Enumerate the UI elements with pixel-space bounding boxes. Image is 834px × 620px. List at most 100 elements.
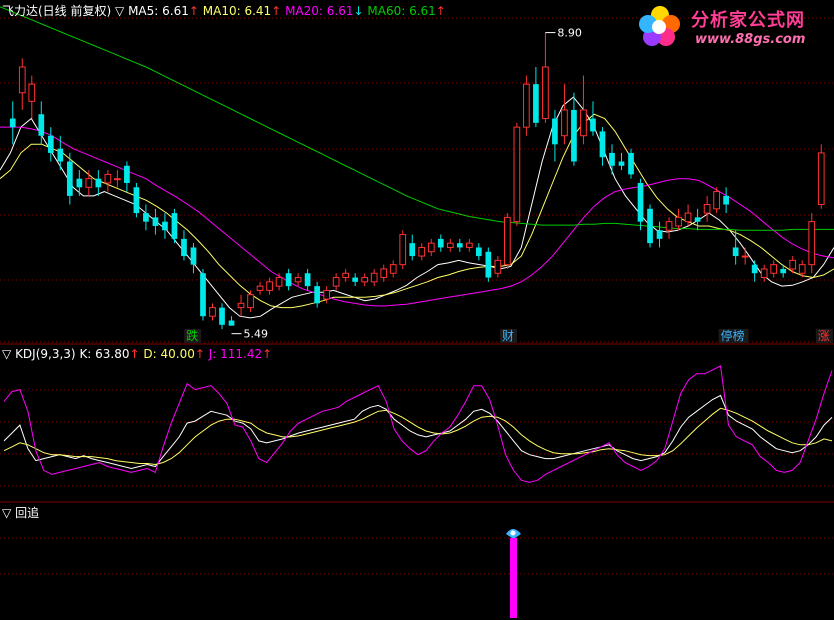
candle-body-up bbox=[209, 307, 216, 317]
d-line bbox=[3, 407, 833, 466]
huizhui-title: 回追 bbox=[15, 506, 40, 520]
chart-canvas: 8.90 5.49 跌 财 停榜 涨 bbox=[0, 6, 834, 618]
candle-body-up bbox=[332, 277, 340, 287]
candle-body-up bbox=[18, 66, 26, 94]
candle-body-up bbox=[114, 178, 121, 181]
event-tag: 财 bbox=[502, 329, 514, 343]
candle-body-down bbox=[9, 118, 16, 128]
candle-body-down bbox=[314, 286, 320, 304]
candle-body-down bbox=[618, 161, 625, 166]
price-annotations: 8.90 5.49 bbox=[231, 27, 582, 341]
candle-body-up bbox=[504, 216, 511, 266]
event-tag: 停榜 bbox=[721, 328, 745, 343]
candle-body-up bbox=[760, 268, 768, 279]
candle-body-down bbox=[352, 277, 359, 282]
candle-body-down bbox=[637, 183, 644, 222]
candle-body-down bbox=[285, 273, 292, 287]
candle-body-down bbox=[171, 213, 178, 239]
candle-body-down bbox=[219, 307, 225, 325]
candle-body-down bbox=[571, 109, 577, 162]
k-readout: K: 63.80 bbox=[79, 347, 130, 361]
candle-body-up bbox=[770, 264, 778, 274]
candle-body-down bbox=[47, 135, 54, 153]
candle-body-down bbox=[152, 217, 159, 226]
huizhui-panel-header: ▽ 回追 bbox=[2, 506, 39, 520]
watermark-logo: 分析家公式网 www.88gs.com bbox=[633, 2, 831, 52]
j-readout: J: 111.42 bbox=[208, 347, 263, 361]
candle-body-up bbox=[266, 281, 273, 291]
candle-body-up bbox=[104, 173, 112, 184]
signal-cap-dot bbox=[510, 530, 516, 536]
candle-body-down bbox=[694, 217, 701, 222]
candle-body-up bbox=[741, 255, 749, 258]
candle-body-down bbox=[162, 221, 168, 231]
kdj-panel-header: ▽ KDJ(9,3,3) K: 63.80↑ D: 40.00↑ J: 111.… bbox=[2, 347, 272, 361]
candle-body-down bbox=[190, 247, 197, 265]
price-annotation: 5.49 bbox=[244, 328, 269, 341]
kdj-title: KDJ(9,3,3) bbox=[15, 347, 76, 361]
candle-body-up bbox=[523, 83, 530, 128]
candle-body-up bbox=[323, 289, 330, 300]
candle-body-up bbox=[465, 242, 473, 248]
candle-body-down bbox=[456, 243, 463, 248]
candle-body-up bbox=[370, 272, 378, 283]
candle-body-down bbox=[647, 208, 653, 244]
candle-body-down bbox=[485, 251, 492, 278]
candle-body-down bbox=[304, 273, 311, 287]
up-arrow-icon: ↑ bbox=[271, 4, 282, 18]
candle-body-down bbox=[437, 238, 444, 248]
candle-body-up bbox=[494, 259, 502, 274]
candle-body-up bbox=[808, 221, 816, 266]
candle-body-up bbox=[418, 246, 426, 257]
candle-body-up bbox=[275, 277, 283, 287]
collapse-triangle-icon[interactable]: ▽ bbox=[115, 4, 124, 18]
up-arrow-icon: ↑ bbox=[188, 4, 199, 18]
candle-body-down bbox=[475, 247, 482, 257]
candle-body-up bbox=[703, 203, 711, 214]
candle-body-up bbox=[542, 66, 549, 120]
ma10-readout: MA10: 6.41 bbox=[202, 4, 272, 18]
candle-body-down bbox=[732, 247, 739, 257]
down-arrow-icon: ↓ bbox=[353, 4, 364, 18]
candle-body-down bbox=[124, 165, 130, 183]
collapse-triangle-icon[interactable]: ▽ bbox=[2, 347, 11, 361]
candle-body-up bbox=[389, 264, 397, 274]
candle-body-up bbox=[294, 277, 302, 283]
up-arrow-icon: ↑ bbox=[129, 347, 140, 361]
candle-body-up bbox=[28, 83, 36, 102]
j-line bbox=[3, 365, 833, 483]
candle-body-up bbox=[675, 216, 682, 227]
candle-body-down bbox=[628, 152, 634, 175]
candle-body-up bbox=[399, 234, 407, 266]
candle-body-down bbox=[95, 178, 102, 188]
candle-body-down bbox=[533, 84, 539, 123]
ma5-readout: MA5: 6.61 bbox=[128, 4, 189, 18]
moving-average-lines bbox=[0, 6, 834, 319]
candle-body-up bbox=[446, 242, 454, 248]
candle-body-up bbox=[665, 221, 673, 231]
candle-body-up bbox=[237, 302, 245, 309]
candle-body-down bbox=[780, 268, 787, 274]
up-arrow-icon: ↑ bbox=[262, 347, 273, 361]
candle-body-up bbox=[380, 268, 388, 279]
kdj-lines bbox=[3, 365, 833, 483]
candle-body-down bbox=[656, 230, 663, 239]
candle-body-down bbox=[599, 131, 606, 158]
candle-body-down bbox=[76, 178, 83, 188]
watermark-url: www.88gs.com bbox=[695, 32, 806, 47]
candle-body-up bbox=[247, 294, 254, 309]
collapse-triangle-icon[interactable]: ▽ bbox=[2, 506, 11, 520]
candle-body-up bbox=[580, 109, 587, 137]
candle-body-down bbox=[723, 195, 729, 205]
stock-title: 飞力达(日线 前复权) bbox=[2, 4, 112, 18]
candle-body-up bbox=[684, 212, 692, 223]
candle-body-up bbox=[798, 264, 806, 274]
candle-body-up bbox=[713, 191, 720, 210]
candle-body-down bbox=[66, 161, 73, 196]
d-readout: D: 40.00 bbox=[143, 347, 195, 361]
candle-body-down bbox=[590, 118, 596, 132]
candle-body-up bbox=[817, 152, 825, 205]
up-arrow-icon: ↑ bbox=[435, 4, 446, 18]
up-arrow-icon: ↑ bbox=[194, 347, 205, 361]
flower-logo-icon bbox=[639, 6, 680, 46]
